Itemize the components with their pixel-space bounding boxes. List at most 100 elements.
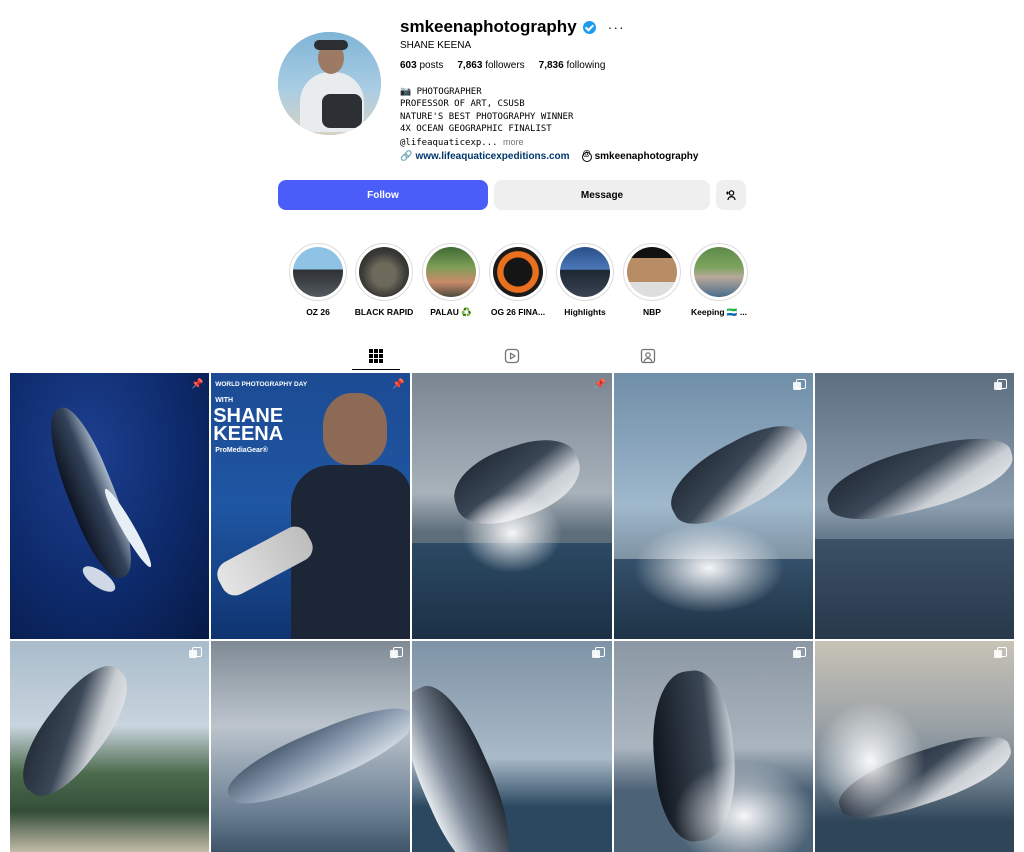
highlight-label: Keeping 🇸🇱 ...: [691, 307, 747, 317]
following-label: following: [566, 60, 606, 71]
highlight-thumbnail: [560, 247, 610, 297]
post-image-sea: [814, 539, 1014, 639]
carousel-icon: [792, 647, 806, 658]
pin-icon: 📌: [191, 379, 204, 390]
highlight-item[interactable]: NBP: [622, 243, 682, 317]
carousel-icon: [993, 379, 1007, 390]
more-options-icon[interactable]: ···: [608, 19, 625, 35]
carousel-icon: [591, 647, 605, 658]
carousel-icon: [792, 379, 806, 390]
highlight-item[interactable]: BLACK RAPID: [354, 243, 414, 317]
follow-button[interactable]: Follow: [278, 180, 488, 210]
followers-count: 7,863: [457, 60, 483, 71]
highlight-thumbnail: [694, 247, 744, 297]
highlight-item[interactable]: OG 26 FINA...: [488, 243, 548, 317]
full-name: SHANE KEENA: [400, 40, 472, 51]
poster-brand: ProMediaGear®: [215, 447, 268, 454]
username[interactable]: smkeenaphotography: [400, 17, 577, 37]
highlight-ring: [623, 243, 681, 301]
bio-line: 4X OCEAN GEOGRAPHIC FINALIST: [400, 124, 552, 135]
highlight-ring: [489, 243, 547, 301]
profile-stats: 603 posts 7,863 followers 7,836 followin…: [400, 60, 605, 71]
bio: 📷 PHOTOGRAPHER PROFESSOR OF ART, CSUSB N…: [400, 86, 573, 149]
website-text: www.lifeaquaticexpeditions.com: [415, 151, 570, 162]
post-image-spray: [633, 523, 784, 613]
following-count: 7,836: [538, 60, 564, 71]
post-tile[interactable]: [211, 641, 411, 852]
suggest-accounts-button[interactable]: [716, 180, 746, 210]
threads-icon: [581, 149, 592, 162]
highlight-label: PALAU ♻️: [430, 307, 472, 317]
post-image-whale: [820, 426, 1014, 532]
avatar-snorkel-mask: [314, 40, 348, 50]
message-button[interactable]: Message: [494, 180, 710, 210]
pin-icon: 📌: [593, 379, 607, 390]
poster-with: WITH: [215, 397, 234, 404]
carousel-icon: [390, 647, 404, 658]
bio-line: 📷 PHOTOGRAPHER: [400, 87, 482, 97]
tab-reels-icon[interactable]: [503, 348, 521, 364]
tab-tagged-icon[interactable]: [639, 348, 657, 364]
highlight-thumbnail: [493, 247, 543, 297]
post-tile[interactable]: [613, 641, 813, 852]
highlight-item[interactable]: Keeping 🇸🇱 ...: [689, 243, 749, 318]
highlight-ring: [556, 243, 614, 301]
highlight-thumbnail: [426, 247, 476, 297]
posts-count: 603: [400, 60, 417, 71]
post-image-whale: [219, 695, 411, 817]
post-tile[interactable]: 📌: [412, 373, 612, 639]
post-image-whale: [657, 411, 813, 539]
highlight-ring: [355, 243, 413, 301]
highlight-label: BLACK RAPID: [354, 307, 414, 317]
post-tile[interactable]: [814, 373, 1014, 639]
posts-stat: 603 posts: [400, 60, 443, 71]
poster-name-line2: KEENA: [213, 423, 284, 445]
active-tab-indicator: [352, 369, 400, 370]
highlight-ring: [422, 243, 480, 301]
highlight-label: Highlights: [564, 307, 606, 317]
highlight-ring: [289, 243, 347, 301]
post-image-spray: [814, 701, 925, 821]
profile-avatar[interactable]: [278, 32, 381, 135]
highlight-item[interactable]: OZ 26: [288, 243, 348, 317]
post-image-whale: [10, 653, 145, 809]
threads-handle: smkeenaphotography: [594, 151, 699, 162]
highlight-item[interactable]: Highlights: [555, 243, 615, 317]
profile-links: 🔗 www.lifeaquaticexpeditions.com smkeena…: [400, 149, 699, 163]
following-stat[interactable]: 7,836 following: [539, 60, 606, 71]
bio-more-link[interactable]: more: [503, 137, 524, 147]
post-tile[interactable]: 📌: [10, 373, 210, 639]
tab-posts-grid-icon[interactable]: [367, 348, 385, 364]
followers-stat[interactable]: 7,863 followers: [457, 60, 524, 71]
highlight-ring: [690, 243, 748, 301]
avatar-camera-housing: [322, 94, 362, 128]
post-tile[interactable]: [10, 641, 210, 852]
highlight-item[interactable]: PALAU ♻️: [421, 243, 481, 318]
post-tile[interactable]: WORLD PHOTOGRAPHY DAY WITH SHANE KEENA P…: [211, 373, 411, 639]
threads-link[interactable]: smkeenaphotography: [581, 149, 699, 162]
pin-icon: 📌: [392, 379, 405, 390]
post-image-whale: [35, 400, 147, 586]
post-image-spray: [462, 493, 563, 573]
poster-title-small: WORLD PHOTOGRAPHY DAY: [215, 381, 308, 388]
highlight-label: OG 26 FINA...: [490, 307, 546, 317]
post-tile[interactable]: [613, 373, 813, 639]
post-tile[interactable]: [814, 641, 1014, 852]
carousel-icon: [189, 647, 203, 658]
highlight-label: OZ 26: [306, 307, 330, 317]
highlight-thumbnail: [359, 247, 409, 297]
username-row: smkeenaphotography ···: [400, 16, 625, 38]
post-tile[interactable]: [412, 641, 612, 852]
profile-tabs: [0, 346, 1024, 366]
link-icon: 🔗: [400, 151, 413, 162]
followers-label: followers: [485, 60, 525, 71]
post-image-person-head: [323, 393, 388, 465]
post-image-whale: [412, 675, 531, 852]
verified-badge-icon: [582, 20, 596, 34]
posts-grid: 📌 WORLD PHOTOGRAPHY DAY WITH SHANE KEENA…: [10, 373, 1014, 852]
bio-truncated-line: @lifeaquaticexp... more: [400, 136, 573, 149]
highlight-label: NBP: [643, 307, 661, 317]
bio-truncated-text: @lifeaquaticexp...: [400, 137, 498, 148]
highlight-thumbnail: [293, 247, 343, 297]
website-link[interactable]: 🔗 www.lifeaquaticexpeditions.com: [400, 151, 570, 162]
